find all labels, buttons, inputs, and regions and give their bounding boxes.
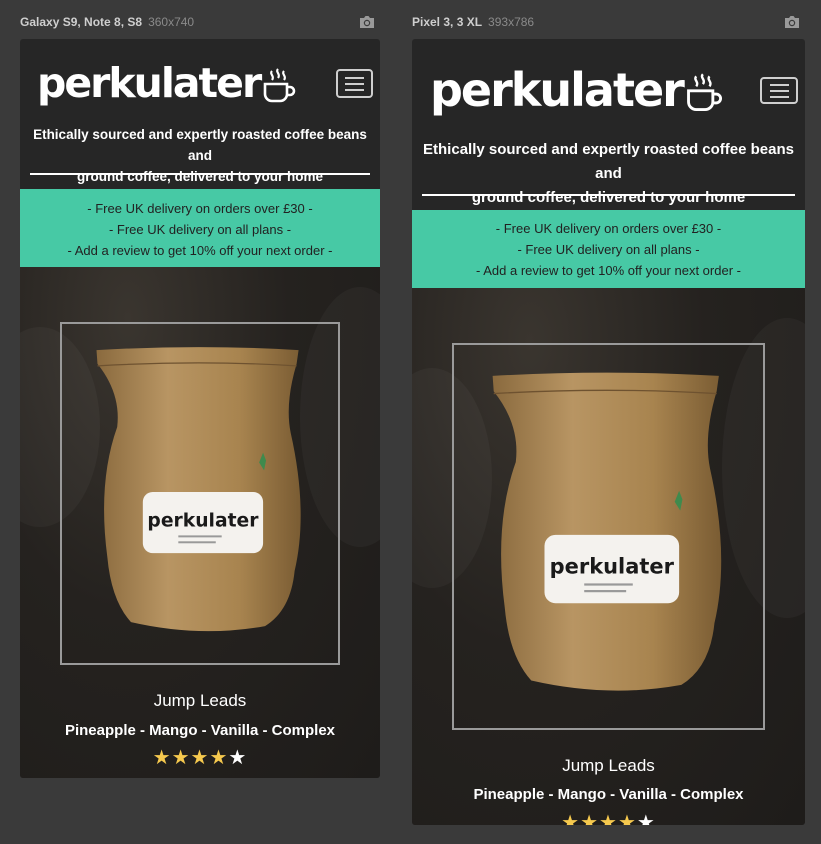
device-name: Pixel 3, 3 XL — [412, 15, 483, 29]
promo-line: - Add a review to get 10% off your next … — [67, 243, 333, 258]
promo-line: - Free UK delivery on all plans - — [108, 222, 292, 237]
menu-line — [769, 89, 789, 92]
bag-label: perkulater — [147, 511, 259, 532]
product-image-frame[interactable]: perkulater — [452, 343, 765, 730]
hamburger-menu-button[interactable] — [336, 69, 373, 98]
product-name[interactable]: Jump Leads — [20, 691, 380, 711]
product-rating: ★★★★★ — [412, 810, 805, 825]
header-divider — [30, 173, 370, 175]
device-label-pixel: Pixel 3, 3 XL 393x786 — [412, 15, 534, 29]
coffee-bag-image: perkulater — [96, 347, 301, 632]
tagline-line: Ethically sourced and expertly roasted c… — [423, 141, 794, 182]
logo-text: perkulater — [37, 59, 262, 107]
hamburger-menu-button[interactable] — [760, 77, 798, 104]
camera-icon[interactable] — [358, 14, 376, 30]
coffee-cup-icon — [686, 73, 722, 112]
product-flavour-notes: Pineapple - Mango - Vanilla - Complex — [473, 786, 744, 803]
tagline-line: ground coffee, delivered to your home — [471, 189, 746, 206]
promo-line: - Add a review to get 10% off your next … — [476, 263, 741, 278]
star-icon: ★ — [599, 810, 618, 825]
star-icon: ★ — [580, 810, 600, 825]
promo-line: - Free UK delivery on orders over £30 - — [87, 201, 313, 216]
product-hero: perkulater Jump Leads Pineapple - Mango … — [412, 288, 805, 825]
product-hero: perkulater Jump Leads Pineapple - Mango … — [20, 267, 380, 778]
star-icon: ★ — [171, 745, 191, 769]
site-tagline: Ethically sourced and expertly roasted c… — [412, 138, 805, 210]
star-icon: ★ — [152, 745, 172, 769]
device-dims: 360x740 — [148, 15, 195, 29]
site-logo[interactable]: perkulater — [430, 63, 723, 117]
promo-banner: - Free UK delivery on orders over £30 - … — [412, 210, 805, 288]
menu-line — [769, 95, 789, 98]
coffee-bag-image: perkulater — [492, 372, 722, 691]
tagline-line: ground coffee, delivered to your home — [76, 169, 324, 184]
hamburger-menu-icon — [769, 83, 789, 86]
star-icon: ★ — [228, 745, 248, 769]
star-icon: ★ — [209, 745, 229, 769]
menu-line — [345, 88, 364, 91]
site-logo[interactable]: perkulater — [37, 59, 296, 107]
camera-icon[interactable] — [783, 14, 801, 30]
product-flavour-notes: Pineapple - Mango - Vanilla - Complex — [64, 722, 336, 739]
product-image-frame[interactable]: perkulater — [60, 322, 340, 665]
device-label-galaxy: Galaxy S9, Note 8, S8 360x740 — [20, 15, 194, 29]
device-preview-galaxy: perkulater Ethically sourced and expertl… — [20, 39, 380, 778]
hamburger-menu-icon — [345, 76, 364, 79]
promo-banner: - Free UK delivery on orders over £30 - … — [20, 189, 380, 267]
star-icon: ★ — [190, 745, 210, 769]
product-rating: ★★★★★ — [20, 745, 380, 769]
device-name: Galaxy S9, Note 8, S8 — [20, 15, 143, 29]
logo-text: perkulater — [430, 63, 685, 117]
device-dims: 393x786 — [488, 15, 535, 29]
star-icon: ★ — [561, 810, 581, 825]
header-divider — [422, 194, 795, 196]
star-icon: ★ — [617, 810, 637, 825]
menu-line — [345, 82, 364, 85]
promo-line: - Free UK delivery on all plans - — [517, 242, 700, 257]
bag-label: perkulater — [550, 554, 675, 578]
tagline-line: Ethically sourced and expertly roasted c… — [33, 127, 367, 163]
star-icon: ★ — [636, 810, 656, 825]
product-name[interactable]: Jump Leads — [412, 756, 805, 776]
site-tagline: Ethically sourced and expertly roasted c… — [20, 124, 380, 187]
promo-line: - Free UK delivery on orders over £30 - — [495, 221, 722, 236]
device-preview-pixel: perkulater Ethically sourced and expertl… — [412, 39, 805, 825]
coffee-cup-icon — [263, 68, 296, 103]
